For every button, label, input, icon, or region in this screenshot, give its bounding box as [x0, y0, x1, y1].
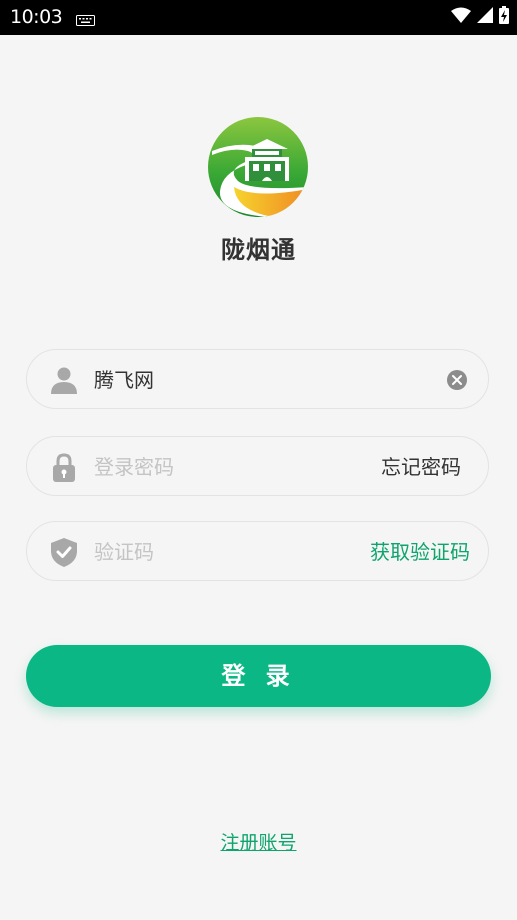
- captcha-field[interactable]: 验证码 获取验证码: [26, 521, 489, 581]
- login-button[interactable]: 登 录: [26, 645, 491, 707]
- username-field[interactable]: 腾飞网: [26, 349, 489, 409]
- app-title: 陇烟通: [221, 236, 296, 264]
- username-value[interactable]: 腾飞网: [94, 368, 154, 392]
- shield-check-icon: [49, 537, 79, 567]
- wifi-icon: [451, 7, 471, 27]
- status-icons: [451, 6, 509, 28]
- lock-icon: [49, 452, 79, 482]
- user-icon: [49, 365, 79, 395]
- battery-icon: [499, 6, 509, 28]
- keyboard-icon: [76, 11, 95, 30]
- forgot-password-link[interactable]: 忘记密码: [381, 455, 461, 479]
- status-bar: 10:03: [0, 0, 517, 35]
- captcha-placeholder[interactable]: 验证码: [94, 540, 154, 564]
- password-field[interactable]: 登录密码 忘记密码: [26, 436, 489, 496]
- signal-icon: [477, 7, 493, 27]
- get-code-button[interactable]: 获取验证码: [370, 540, 470, 564]
- clear-icon[interactable]: [446, 369, 468, 391]
- status-time: 10:03: [10, 6, 63, 28]
- register-link[interactable]: 注册账号: [0, 828, 517, 855]
- app-logo: [208, 117, 308, 217]
- password-placeholder[interactable]: 登录密码: [94, 455, 174, 479]
